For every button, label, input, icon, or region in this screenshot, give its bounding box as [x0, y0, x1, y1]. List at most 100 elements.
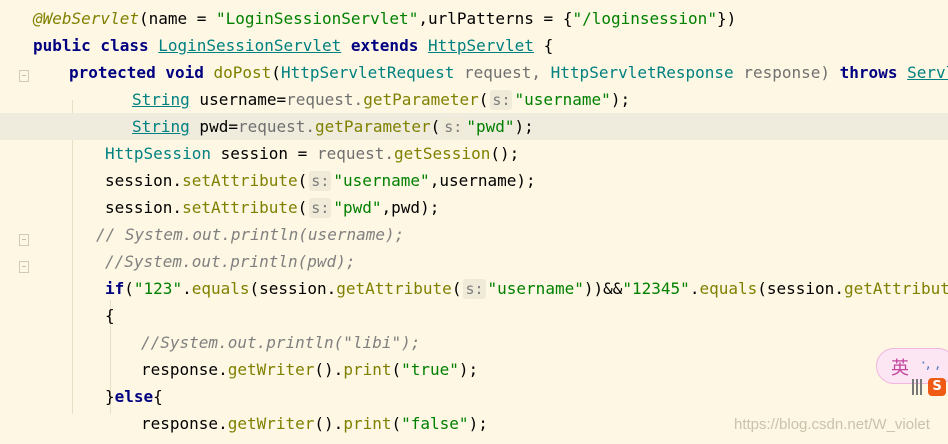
code-token: getSession [394, 144, 491, 163]
ime-toolbar[interactable]: S [912, 378, 948, 398]
code-token: print [343, 414, 392, 433]
code-token: "username" [333, 171, 430, 190]
ime-punct-label: ·, , [921, 354, 941, 372]
code-line[interactable]: session.setAttribute(s: "username",userna… [0, 167, 948, 194]
code-token: ( [478, 90, 489, 109]
code-line[interactable]: @WebServlet(name = "LoginSessionServlet"… [0, 5, 948, 32]
code-token: (name = [138, 9, 217, 28]
code-token: ( [430, 117, 441, 136]
code-token: response. [141, 414, 228, 433]
code-text: response.getWriter().print("true"); [141, 356, 478, 383]
code-text: //System.out.println(pwd); [105, 248, 355, 275]
code-line[interactable]: String pwd=request.getParameter(s: "pwd")… [0, 113, 948, 140]
code-token: ); [514, 117, 534, 136]
code-token: protected void [69, 63, 214, 82]
code-token: "username" [487, 279, 584, 298]
code-token: ); [610, 90, 631, 109]
code-token: ))&& [583, 279, 623, 298]
code-text: if("123".equals(session.getAttribute(s: "… [105, 275, 948, 302]
code-token: (). [314, 414, 344, 433]
code-token: equals [699, 279, 758, 298]
code-token: getParameter [315, 117, 431, 136]
code-text: public class LoginSessionServlet extends… [33, 32, 553, 59]
code-token: HttpServletRequest [280, 63, 455, 82]
code-token: getWriter [227, 414, 315, 433]
code-token: "LoginSessionServlet" [216, 9, 419, 28]
code-token: (session. [757, 279, 844, 298]
code-token: ,pwd); [381, 198, 440, 217]
code-token: request. [316, 144, 394, 163]
code-token: if [105, 279, 125, 298]
code-token: //System.out.println(pwd); [105, 252, 356, 271]
code-token: HttpServletResponse [550, 63, 734, 82]
code-token: HttpSession [105, 144, 211, 163]
code-line[interactable]: protected void doPost(HttpServletRequest… [0, 59, 948, 86]
code-token: getAttribute [336, 279, 452, 298]
code-token: ( [124, 279, 134, 298]
code-token: "true" [401, 360, 459, 379]
code-token: response) [733, 63, 840, 82]
code-line[interactable]: HttpSession session = request.getSession… [0, 140, 948, 167]
code-token: getParameter [363, 90, 479, 109]
code-line[interactable]: { [0, 302, 948, 329]
code-text: session.setAttribute(s: "username",userna… [105, 167, 536, 194]
code-line[interactable]: response.getWriter().print("true"); [0, 356, 948, 383]
code-token: request. [286, 90, 364, 109]
parameter-hint: s: [442, 117, 465, 137]
code-line[interactable]: //System.out.println(pwd); [0, 248, 948, 275]
code-token: String [132, 90, 190, 109]
code-text: String username=request.getParameter(s: "… [132, 86, 630, 113]
code-token: request, [454, 63, 551, 82]
code-token: getWriter [227, 360, 315, 379]
watermark: https://blog.csdn.net/W_violet [734, 416, 930, 433]
code-token: { [153, 387, 163, 406]
code-token: username= [189, 90, 287, 109]
code-text: session.setAttribute(s: "pwd",pwd); [105, 194, 439, 221]
code-line[interactable]: public class LoginSessionServlet extends… [0, 32, 948, 59]
code-token: (session. [249, 279, 337, 298]
code-token: getAttribute [843, 279, 948, 298]
code-token: throws [839, 63, 908, 82]
code-token: equals [191, 279, 250, 298]
code-token: public class [33, 36, 159, 55]
code-text: @WebServlet(name = "LoginSessionServlet"… [33, 5, 736, 32]
code-line[interactable]: String username=request.getParameter(s: "… [0, 86, 948, 113]
code-line[interactable]: if("123".equals(session.getAttribute(s: "… [0, 275, 948, 302]
code-token: "pwd" [333, 198, 382, 217]
code-token: Servlet [907, 63, 948, 82]
code-text: protected void doPost(HttpServletRequest… [69, 59, 948, 86]
code-token: response. [141, 360, 228, 379]
code-token: ( [271, 63, 281, 82]
code-token: session = [210, 144, 317, 163]
code-token: ( [297, 171, 308, 190]
code-token: ( [297, 198, 308, 217]
code-token: extends [341, 36, 428, 55]
code-token: "username" [514, 90, 611, 109]
code-token: "12345" [622, 279, 690, 298]
code-token: ); [468, 414, 488, 433]
code-line[interactable]: session.setAttribute(s: "pwd",pwd); [0, 194, 948, 221]
code-token: doPost [213, 63, 272, 82]
code-line[interactable]: }else{ [0, 383, 948, 410]
code-text: }else{ [105, 383, 163, 410]
code-token: // System.out.println(username); [96, 225, 405, 244]
code-line[interactable]: //System.out.println("libi"); [0, 329, 948, 356]
code-text: response.getWriter().print("false"); [141, 410, 488, 437]
code-token: . [689, 279, 700, 298]
code-token: ( [391, 360, 402, 379]
code-editor[interactable]: @WebServlet(name = "LoginSessionServlet"… [0, 0, 948, 444]
ime-grid-icon[interactable] [912, 379, 924, 395]
code-token: "/loginsession" [572, 9, 717, 28]
code-token: setAttribute [182, 171, 298, 190]
code-token: { [105, 306, 115, 325]
code-token: print [343, 360, 392, 379]
code-token: { [533, 36, 554, 55]
code-line[interactable]: // System.out.println(username); [0, 221, 948, 248]
code-token: request. [237, 117, 316, 136]
code-token: (). [314, 360, 344, 379]
code-token: @WebServlet [33, 9, 139, 28]
code-token: . [182, 279, 192, 298]
code-token: else [114, 387, 154, 406]
code-token: } [105, 387, 115, 406]
sogou-logo-icon[interactable]: S [928, 378, 946, 396]
